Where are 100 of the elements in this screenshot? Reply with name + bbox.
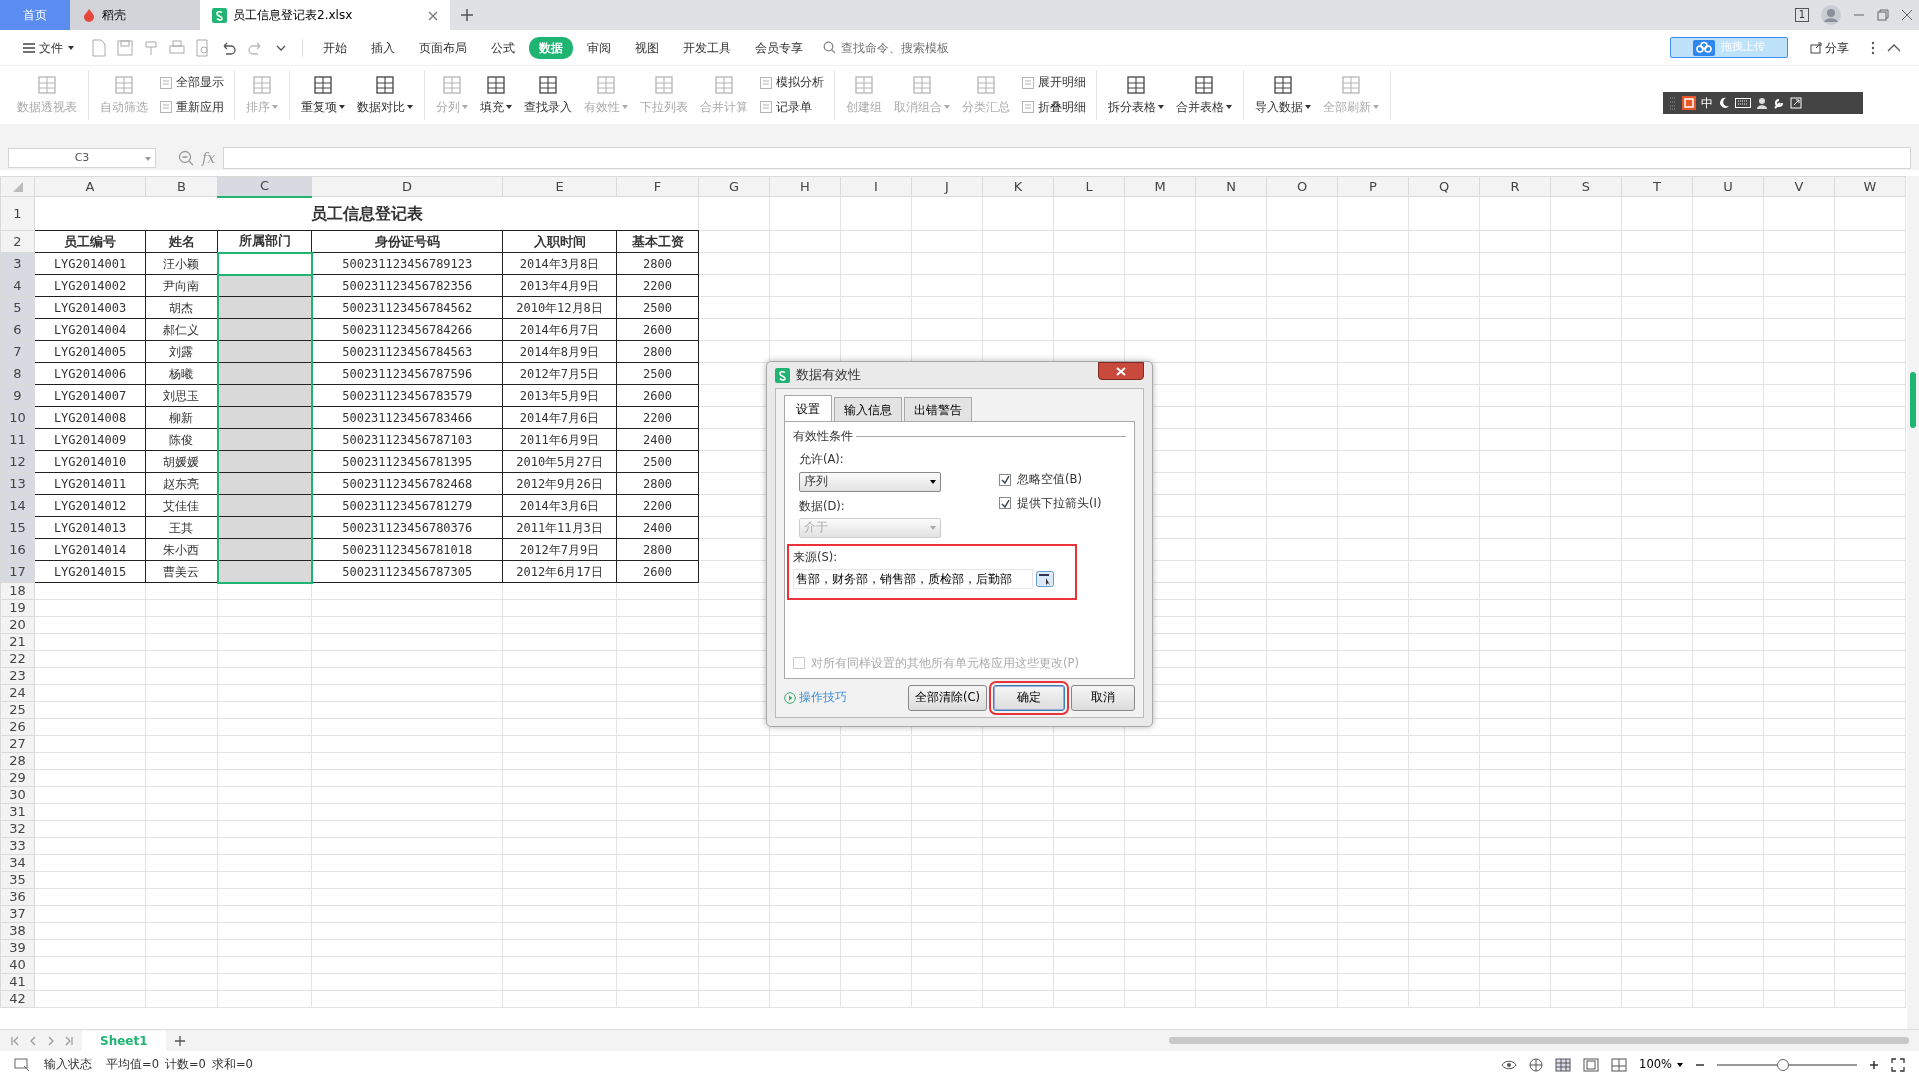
- selected-cell[interactable]: [217, 538, 312, 561]
- table-cell[interactable]: 500231123456787596: [311, 362, 503, 385]
- column-header[interactable]: J: [911, 176, 983, 197]
- row-number[interactable]: 1: [0, 196, 35, 231]
- normal-view-icon[interactable]: [1555, 1058, 1572, 1072]
- table-cell[interactable]: LYG2014001: [34, 252, 146, 275]
- close-icon[interactable]: [428, 10, 438, 21]
- column-header[interactable]: H: [769, 176, 841, 197]
- formula-input[interactable]: [223, 147, 1911, 169]
- avatar-icon[interactable]: [1821, 5, 1841, 25]
- table-cell[interactable]: 500231123456782468: [311, 472, 503, 495]
- selected-cell[interactable]: [217, 384, 312, 407]
- zoom-dropdown[interactable]: 100%: [1639, 1056, 1683, 1074]
- column-header[interactable]: C: [217, 176, 312, 197]
- table-cell[interactable]: 2014年6月7日: [502, 318, 617, 341]
- selected-cell[interactable]: [217, 472, 312, 495]
- dialog-tab[interactable]: 输入信息: [834, 397, 902, 422]
- selected-cell[interactable]: [217, 406, 312, 429]
- menu-tab[interactable]: 开发工具: [673, 36, 741, 59]
- eye-icon[interactable]: [1501, 1059, 1518, 1071]
- column-header[interactable]: M: [1124, 176, 1196, 197]
- row-number[interactable]: 2: [0, 230, 35, 253]
- table-cell[interactable]: 500231123456787103: [311, 428, 503, 451]
- source-field[interactable]: 售部，财务部，销售部，质检部，后勤部: [793, 569, 1033, 589]
- file-menu[interactable]: 文件: [12, 36, 84, 59]
- plus-icon[interactable]: [173, 1034, 186, 1047]
- menu-tab[interactable]: 视图: [625, 36, 669, 59]
- ribbon-button[interactable]: 导入数据: [1250, 70, 1316, 120]
- menu-tab[interactable]: 页面布局: [409, 36, 477, 59]
- table-cell[interactable]: LYG2014003: [34, 296, 146, 319]
- table-cell[interactable]: 2500: [616, 450, 699, 473]
- column-header[interactable]: K: [982, 176, 1054, 197]
- table-cell[interactable]: 2013年5月9日: [502, 384, 617, 407]
- row-number[interactable]: 6: [0, 318, 35, 341]
- table-cell[interactable]: 2200: [616, 274, 699, 297]
- table-cell[interactable]: 2600: [616, 318, 699, 341]
- menu-tab[interactable]: 审阅: [577, 36, 621, 59]
- menu-tab[interactable]: 会员专享: [745, 36, 813, 59]
- row-number[interactable]: 10: [0, 406, 35, 429]
- table-cell[interactable]: 2800: [616, 538, 699, 561]
- table-cell[interactable]: 500231123456783466: [311, 406, 503, 429]
- column-header[interactable]: L: [1053, 176, 1125, 197]
- table-cell[interactable]: 500231123456787305: [311, 560, 503, 583]
- table-cell[interactable]: 2012年6月17日: [502, 560, 617, 583]
- column-header[interactable]: S: [1550, 176, 1622, 197]
- table-cell[interactable]: 500231123456789123: [311, 252, 503, 275]
- table-cell[interactable]: 2400: [616, 428, 699, 451]
- table-cell[interactable]: 500231123456781395: [311, 450, 503, 473]
- column-header[interactable]: A: [34, 176, 146, 197]
- column-header[interactable]: D: [311, 176, 503, 197]
- page-layout-icon[interactable]: [1583, 1058, 1600, 1072]
- dialog-tab[interactable]: 出错警告: [904, 397, 972, 422]
- column-header[interactable]: W: [1834, 176, 1906, 197]
- selected-cell[interactable]: [217, 318, 312, 341]
- app-tab[interactable]: 稻壳: [70, 0, 200, 30]
- table-cell[interactable]: 2014年3月8日: [502, 252, 617, 275]
- column-header[interactable]: I: [840, 176, 912, 197]
- table-cell[interactable]: 2800: [616, 252, 699, 275]
- table-cell[interactable]: 2200: [616, 406, 699, 429]
- selected-cell[interactable]: [217, 560, 312, 583]
- dialog-button[interactable]: 取消: [1071, 685, 1135, 711]
- table-cell[interactable]: LYG2014013: [34, 516, 146, 539]
- range-picker-button[interactable]: [1036, 570, 1054, 588]
- ribbon-button[interactable]: 拆分表格: [1103, 70, 1169, 120]
- dialog-tab[interactable]: 设置: [784, 395, 832, 422]
- table-cell[interactable]: 2014年3月6日: [502, 494, 617, 517]
- selected-cell[interactable]: [217, 428, 312, 451]
- name-box[interactable]: C3: [8, 148, 156, 168]
- fullscreen-icon[interactable]: [1891, 1058, 1905, 1072]
- menu-tab[interactable]: 公式: [481, 36, 525, 59]
- table-cell[interactable]: LYG2014015: [34, 560, 146, 583]
- table-cell[interactable]: LYG2014002: [34, 274, 146, 297]
- column-header[interactable]: G: [698, 176, 770, 197]
- row-number[interactable]: 14: [0, 494, 35, 517]
- table-cell[interactable]: LYG2014004: [34, 318, 146, 341]
- table-cell[interactable]: 2010年5月27日: [502, 450, 617, 473]
- checkbox[interactable]: [999, 473, 1011, 486]
- table-cell[interactable]: 500231123456784563: [311, 340, 503, 363]
- column-header[interactable]: Q: [1408, 176, 1480, 197]
- table-cell[interactable]: 2011年11月3日: [502, 516, 617, 539]
- column-header[interactable]: T: [1621, 176, 1693, 197]
- table-cell[interactable]: 2011年6月9日: [502, 428, 617, 451]
- table-cell[interactable]: LYG2014014: [34, 538, 146, 561]
- dialog-button[interactable]: 全部清除(C): [908, 685, 987, 711]
- page-break-icon[interactable]: [1611, 1058, 1628, 1072]
- first-sheet-icon[interactable]: [10, 1035, 20, 1046]
- close-icon[interactable]: [1901, 9, 1913, 21]
- scrollbar[interactable]: [1907, 176, 1919, 1029]
- column-header[interactable]: B: [145, 176, 218, 197]
- collapse-icon[interactable]: [1887, 43, 1901, 52]
- row-number[interactable]: 13: [0, 472, 35, 495]
- table-cell[interactable]: 2012年7月9日: [502, 538, 617, 561]
- table-cell[interactable]: 2600: [616, 384, 699, 407]
- ribbon-button[interactable]: 数据对比: [352, 70, 418, 120]
- row-number[interactable]: 16: [0, 538, 35, 561]
- selected-cell[interactable]: [217, 494, 312, 517]
- table-cell[interactable]: 2200: [616, 494, 699, 517]
- table-cell[interactable]: 2800: [616, 472, 699, 495]
- table-cell[interactable]: LYG2014006: [34, 362, 146, 385]
- table-cell[interactable]: LYG2014011: [34, 472, 146, 495]
